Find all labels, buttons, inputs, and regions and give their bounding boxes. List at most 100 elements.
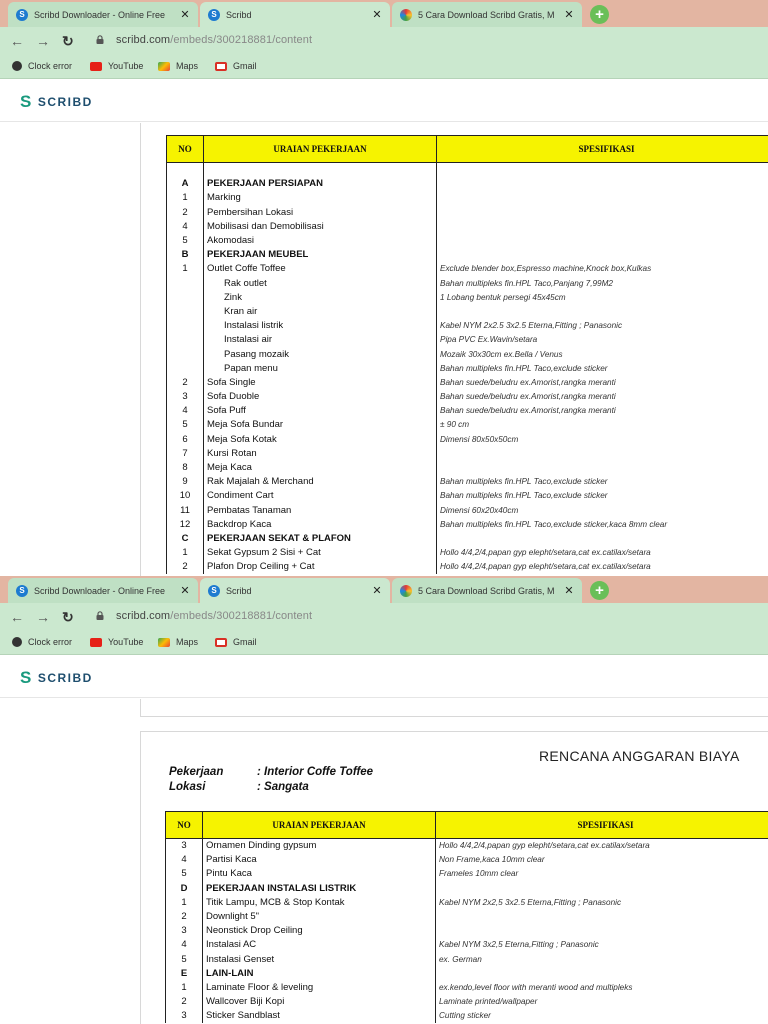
tab-cara-download[interactable]: 5 Cara Download Scribd Gratis, M ✕ bbox=[392, 578, 582, 603]
new-tab-button[interactable]: + bbox=[590, 581, 609, 600]
bookmark-label: YouTube bbox=[108, 637, 144, 647]
gmail-icon bbox=[215, 61, 227, 71]
forward-arrow-icon[interactable]: → bbox=[36, 609, 50, 625]
address-bar[interactable]: scribd.com/embeds/300218881/content bbox=[116, 34, 312, 46]
tab-scribd[interactable]: S Scribd ✕ bbox=[200, 2, 390, 27]
row-description: Outlet Coffe Toffee bbox=[203, 261, 437, 276]
url-host: scribd.com bbox=[116, 610, 171, 622]
row-description: Instalasi AC bbox=[202, 937, 436, 952]
table-row: C PEKERJAAN SEKAT & PLAFON bbox=[166, 531, 768, 546]
tab-scribd-downloader[interactable]: S Scribd Downloader - Online Free ✕ bbox=[8, 578, 198, 603]
table-row: 4 Partisi Kaca Non Frame,kaca 10mm clear bbox=[165, 852, 768, 867]
close-tab-icon[interactable]: ✕ bbox=[178, 8, 192, 21]
row-description: Mobilisasi dan Demobilisasi bbox=[203, 219, 437, 234]
scribd-logo[interactable]: S SCRIBD bbox=[20, 668, 93, 688]
table-row: 5 Instalasi Genset ex. German bbox=[165, 952, 768, 967]
row-description: Papan menu bbox=[203, 361, 437, 376]
row-specification: Non Frame,kaca 10mm clear bbox=[435, 852, 768, 867]
bookmark-label: Gmail bbox=[233, 61, 257, 71]
row-description: Plafon Drop Ceiling + Cat bbox=[203, 559, 437, 574]
row-specification bbox=[435, 909, 768, 924]
table-row: 12 Backdrop Kaca Bahan multipleks fin.HPL … bbox=[166, 517, 768, 532]
table-row: 10 Condiment Cart Bahan multipleks fin.HPL… bbox=[166, 488, 768, 503]
address-bar[interactable]: scribd.com/embeds/300218881/content bbox=[116, 610, 312, 622]
scribd-logo[interactable]: S SCRIBD bbox=[20, 92, 93, 112]
table-row: Kran air bbox=[166, 304, 768, 319]
document-viewer[interactable]: NO URAIAN PEKERJAAN SPESIFIKASI A PEKERJA… bbox=[0, 123, 768, 576]
row-number: 11 bbox=[166, 503, 204, 518]
close-tab-icon[interactable]: ✕ bbox=[370, 8, 384, 21]
back-arrow-icon[interactable]: ← bbox=[10, 609, 24, 625]
row-description: Instalasi air bbox=[203, 332, 437, 347]
browser-toolbar: ← → ↻ scribd.com/embeds/300218881/conten… bbox=[0, 27, 768, 55]
row-specification: Cutting sticker bbox=[435, 1008, 768, 1023]
table-row: Papan menu Bahan multipleks fin.HPL Taco,… bbox=[166, 361, 768, 376]
bookmark-youtube[interactable]: YouTube bbox=[90, 61, 143, 71]
bookmarks-bar: Clock error YouTube Maps Gmail bbox=[0, 631, 768, 655]
bookmark-label: Clock error bbox=[28, 637, 73, 647]
row-number: 2 bbox=[166, 559, 204, 574]
tab-title: 5 Cara Download Scribd Gratis, M bbox=[418, 9, 555, 20]
row-description: Sekat Gypsum 2 Sisi + Cat bbox=[203, 545, 437, 560]
table-row: 3 Sticker Sandblast Cutting sticker bbox=[165, 1008, 768, 1023]
row-description: Partisi Kaca bbox=[202, 852, 436, 867]
new-tab-button[interactable]: + bbox=[590, 5, 609, 24]
bookmark-gmail[interactable]: Gmail bbox=[215, 637, 257, 647]
row-specification: Laminate printed/wallpaper bbox=[435, 994, 768, 1009]
close-tab-icon[interactable]: ✕ bbox=[562, 8, 576, 21]
row-number: 6 bbox=[166, 432, 204, 447]
table-row: 4 Mobilisasi dan Demobilisasi bbox=[166, 219, 768, 234]
table-row: 4 Instalasi AC Kabel NYM 3x2,5 Eterna,Fitt… bbox=[165, 937, 768, 952]
close-tab-icon[interactable]: ✕ bbox=[370, 584, 384, 597]
back-arrow-icon[interactable]: ← bbox=[10, 33, 24, 49]
table-row: 2 Plafon Drop Ceiling + Cat Hollo 4/4,2/4,… bbox=[166, 559, 768, 574]
row-specification: Kabel NYM 3x2,5 Eterna,Fitting ; Panason… bbox=[435, 937, 768, 952]
close-tab-icon[interactable]: ✕ bbox=[562, 584, 576, 597]
tab-scribd-downloader[interactable]: S Scribd Downloader - Online Free ✕ bbox=[8, 2, 198, 27]
row-specification: Exclude blender box,Espresso machine,Kno… bbox=[436, 261, 768, 276]
tab-cara-download[interactable]: 5 Cara Download Scribd Gratis, M ✕ bbox=[392, 2, 582, 27]
reload-icon[interactable]: ↻ bbox=[62, 609, 74, 626]
table-row: 6 Meja Sofa Kotak Dimensi 80x50x50cm bbox=[166, 432, 768, 447]
table-row: 9 Rak Majalah & Merchand Bahan multipleks … bbox=[166, 474, 768, 489]
bookmarks-bar: Clock error YouTube Maps Gmail bbox=[0, 55, 768, 79]
bookmark-clock-error[interactable]: Clock error bbox=[12, 61, 72, 71]
row-description: LAIN-LAIN bbox=[202, 966, 436, 981]
reload-icon[interactable]: ↻ bbox=[62, 33, 74, 50]
tab-scribd[interactable]: S Scribd ✕ bbox=[200, 578, 390, 603]
forward-arrow-icon[interactable]: → bbox=[36, 33, 50, 49]
bookmark-gmail[interactable]: Gmail bbox=[215, 61, 257, 71]
close-tab-icon[interactable]: ✕ bbox=[178, 584, 192, 597]
row-number: 9 bbox=[166, 474, 204, 489]
tab-title: Scribd Downloader - Online Free bbox=[34, 585, 166, 596]
row-number: 3 bbox=[165, 923, 203, 938]
header-no: NO bbox=[166, 135, 204, 163]
row-number bbox=[166, 361, 204, 376]
maps-icon bbox=[158, 61, 170, 71]
table-row: B PEKERJAAN MEUBEL bbox=[166, 247, 768, 262]
row-number: 5 bbox=[165, 952, 203, 967]
bookmark-maps[interactable]: Maps bbox=[158, 61, 198, 71]
table-row: 1 Marking bbox=[166, 190, 768, 206]
row-specification bbox=[436, 446, 768, 461]
row-specification: Mozaik 30x30cm ex.Bella / Venus bbox=[436, 346, 768, 362]
tab-title: 5 Cara Download Scribd Gratis, M bbox=[418, 585, 555, 596]
bookmark-clock-error[interactable]: Clock error bbox=[12, 637, 72, 647]
globe-icon bbox=[12, 637, 22, 647]
row-description: Sticker Sandblast bbox=[202, 1008, 436, 1023]
row-specification: Hollo 4/4,2/4,papan gyp elepht/setara,ca… bbox=[436, 559, 768, 574]
table-row: 8 Meja Kaca bbox=[166, 460, 768, 475]
row-number: 1 bbox=[165, 895, 203, 910]
meta-lokasi: Lokasi: Sangata bbox=[169, 781, 309, 793]
pekerjaan-label: Pekerjaan bbox=[169, 766, 224, 778]
row-specification bbox=[436, 460, 768, 475]
table-row: Rak outlet Bahan multipleks fin.HPL Taco,… bbox=[166, 276, 768, 291]
row-description: PEKERJAAN PERSIAPAN bbox=[203, 176, 437, 191]
table-row: 2 Downlight 5" bbox=[165, 909, 768, 924]
row-specification bbox=[436, 162, 768, 177]
row-description: Laminate Floor & leveling bbox=[202, 980, 436, 995]
bookmark-maps[interactable]: Maps bbox=[158, 637, 198, 647]
document-title: RENCANA ANGGARAN BIAYA bbox=[539, 748, 740, 764]
row-number: 12 bbox=[166, 517, 204, 532]
bookmark-youtube[interactable]: YouTube bbox=[90, 637, 143, 647]
